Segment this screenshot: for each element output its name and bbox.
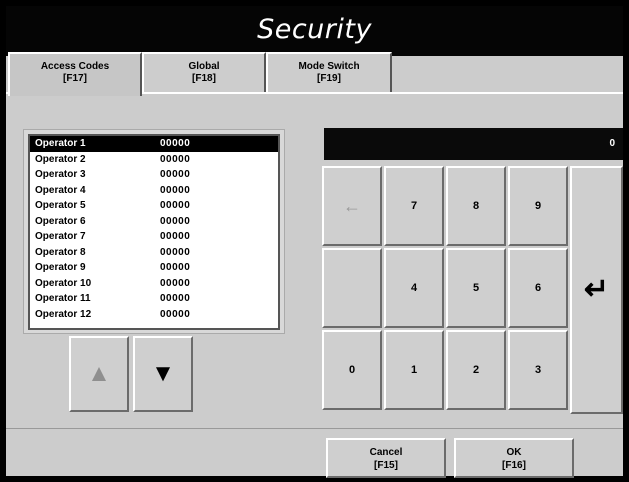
key-2[interactable]: 2 bbox=[446, 330, 506, 410]
operator-name: Operator 4 bbox=[35, 184, 86, 196]
tab-access-codes[interactable]: Access Codes [F17] bbox=[8, 52, 142, 96]
key-0[interactable]: 0 bbox=[322, 330, 382, 410]
operator-name: Operator 12 bbox=[35, 308, 92, 320]
security-screen: Security Access Codes [F17] Global [F18]… bbox=[6, 6, 623, 478]
ok-button-label: OK bbox=[506, 447, 522, 458]
operator-row[interactable]: Operator 9 00000 bbox=[30, 260, 278, 276]
operator-name: Operator 8 bbox=[35, 246, 86, 258]
scroll-down-button[interactable]: ▼ bbox=[133, 336, 193, 412]
operator-row[interactable]: Operator 6 00000 bbox=[30, 214, 278, 230]
key-8[interactable]: 8 bbox=[446, 166, 506, 246]
operator-name: Operator 7 bbox=[35, 231, 86, 242]
operator-code: 00000 bbox=[160, 277, 191, 289]
scroll-up-button[interactable]: ▲ bbox=[69, 336, 129, 412]
operator-name: Operator 1 bbox=[35, 138, 86, 149]
operator-row[interactable]: Operator 4 00000 bbox=[30, 183, 278, 199]
key-7[interactable]: 7 bbox=[384, 166, 444, 246]
operator-code: 00000 bbox=[160, 184, 191, 196]
operator-row[interactable]: Operator 8 00000 bbox=[30, 245, 278, 261]
operator-name: Operator 2 bbox=[35, 153, 86, 165]
tab-global-label: Global bbox=[188, 61, 220, 72]
key-3[interactable]: 3 bbox=[508, 330, 568, 410]
arrow-down-icon: ▼ bbox=[151, 360, 175, 387]
key-6[interactable]: 6 bbox=[508, 248, 568, 328]
backspace-icon: ← bbox=[343, 196, 361, 216]
tab-mode-switch-label: Mode Switch bbox=[298, 61, 360, 72]
operator-row[interactable]: Operator 2 00000 bbox=[30, 152, 278, 168]
operator-code: 00000 bbox=[160, 293, 191, 304]
blank-key[interactable] bbox=[322, 248, 382, 328]
operator-row[interactable]: Operator 7 00000 bbox=[30, 229, 278, 245]
operator-code: 00000 bbox=[160, 215, 191, 227]
operator-name: Operator 9 bbox=[35, 262, 86, 273]
ok-button-key: [F16] bbox=[502, 460, 526, 471]
operator-code: 00000 bbox=[160, 138, 191, 149]
tab-mode-switch[interactable]: Mode Switch [F19] bbox=[266, 52, 392, 92]
cancel-button[interactable]: Cancel [F15] bbox=[326, 438, 446, 478]
operator-name: Operator 10 bbox=[35, 277, 92, 289]
operator-name: Operator 6 bbox=[35, 215, 86, 227]
key-9[interactable]: 9 bbox=[508, 166, 568, 246]
tab-access-codes-label: Access Codes bbox=[40, 61, 110, 72]
operator-code: 00000 bbox=[160, 200, 191, 211]
ok-button[interactable]: OK [F16] bbox=[454, 438, 574, 478]
operator-row[interactable]: Operator 11 00000 bbox=[30, 291, 278, 307]
operator-code: 00000 bbox=[160, 308, 191, 320]
operator-code: 00000 bbox=[160, 169, 191, 180]
operator-code: 00000 bbox=[160, 246, 191, 258]
title-bar: Security bbox=[6, 6, 623, 56]
enter-icon: ↵ bbox=[583, 273, 610, 306]
backspace-key[interactable]: ← bbox=[322, 166, 382, 246]
operator-code: 00000 bbox=[160, 153, 191, 165]
bottom-divider bbox=[6, 428, 623, 429]
arrow-up-icon: ▲ bbox=[87, 360, 111, 387]
operator-row[interactable]: Operator 10 00000 bbox=[30, 276, 278, 292]
operator-row[interactable]: Operator 12 00000 bbox=[30, 307, 278, 323]
cancel-button-key: [F15] bbox=[374, 460, 398, 471]
tab-global-key: [F18] bbox=[192, 73, 216, 84]
tab-access-codes-key: [F17] bbox=[63, 73, 87, 84]
operator-row[interactable]: Operator 3 00000 bbox=[30, 167, 278, 183]
operator-code: 00000 bbox=[160, 262, 191, 273]
key-4[interactable]: 4 bbox=[384, 248, 444, 328]
key-5[interactable]: 5 bbox=[446, 248, 506, 328]
cancel-button-label: Cancel bbox=[369, 447, 403, 458]
operator-row[interactable]: Operator 1 00000 bbox=[30, 136, 278, 152]
tab-global[interactable]: Global [F18] bbox=[142, 52, 266, 92]
tab-mode-switch-key: [F19] bbox=[317, 73, 341, 84]
window-title: Security bbox=[257, 14, 372, 45]
operator-name: Operator 3 bbox=[35, 169, 86, 180]
operator-row[interactable]: Operator 5 00000 bbox=[30, 198, 278, 214]
keypad-display: 0 bbox=[324, 128, 623, 160]
operator-list[interactable]: Operator 1 00000 Operator 2 00000 Operator 3… bbox=[28, 134, 280, 330]
operator-code: 00000 bbox=[160, 231, 191, 242]
key-1[interactable]: 1 bbox=[384, 330, 444, 410]
enter-key[interactable]: ↵ bbox=[570, 166, 623, 414]
operator-name: Operator 5 bbox=[35, 200, 86, 211]
operator-name: Operator 11 bbox=[35, 293, 91, 304]
